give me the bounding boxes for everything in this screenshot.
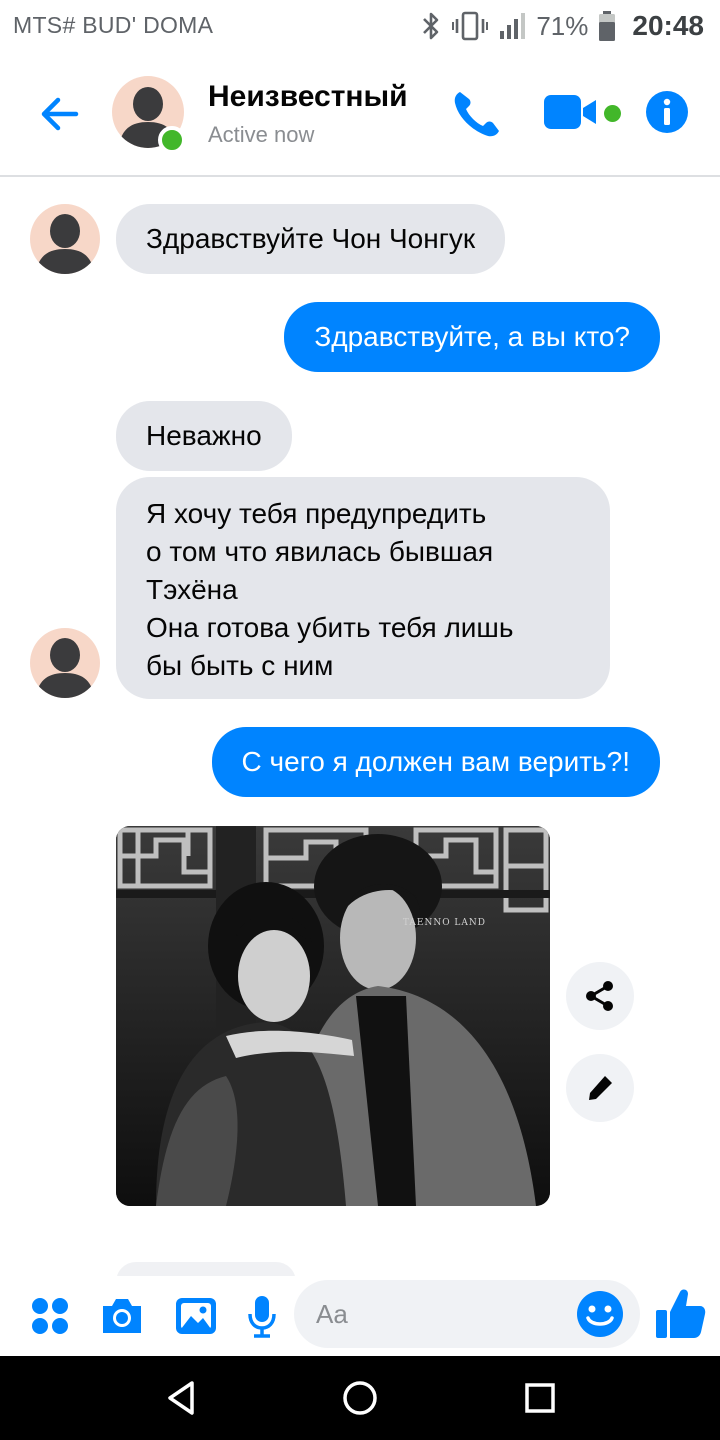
- video-online-indicator: [604, 105, 621, 122]
- contact-status: Active now: [208, 122, 315, 147]
- status-bar: MTS# BUD' DOMA 71% 20:48: [0, 0, 720, 50]
- contact-name[interactable]: Неизвестный: [208, 80, 408, 114]
- photo-watermark: TAENNO LAND: [402, 918, 486, 928]
- thumbs-up-icon[interactable]: [654, 1286, 706, 1340]
- carrier-name: MTS# BUD' DOMA: [13, 12, 214, 38]
- battery-icon: [599, 11, 616, 41]
- status-icons: 71% 20:48: [420, 6, 704, 46]
- sender-avatar[interactable]: [30, 628, 100, 698]
- recents-square-icon[interactable]: [520, 1378, 560, 1418]
- message-bubble-outgoing[interactable]: С чего я должен вам верить?!: [211, 727, 660, 797]
- gallery-icon[interactable]: [172, 1292, 220, 1340]
- signal-icon: [500, 13, 526, 39]
- message-bubble-incoming[interactable]: Здравствуйте Чон Чонгук: [116, 204, 506, 274]
- emoji-icon[interactable]: [576, 1290, 624, 1338]
- info-icon[interactable]: [645, 90, 689, 134]
- message-composer: [0, 1276, 720, 1356]
- sender-avatar[interactable]: [30, 204, 100, 274]
- message-bubble-incoming[interactable]: Я хочу тебя предупредить о том что явила…: [116, 477, 610, 699]
- camera-icon[interactable]: [98, 1292, 146, 1340]
- microphone-icon[interactable]: [238, 1292, 286, 1340]
- couple-photo: [116, 826, 550, 1206]
- home-circle-icon[interactable]: [340, 1378, 380, 1418]
- back-triangle-icon[interactable]: [162, 1378, 202, 1418]
- share-icon: [586, 981, 613, 1011]
- conversation-header: Неизвестный Active now: [0, 50, 720, 177]
- message-bubble-incoming[interactable]: Неважно: [116, 401, 292, 471]
- message-bubble-outgoing[interactable]: Здравствуйте, а вы кто?: [284, 302, 660, 372]
- bluetooth-icon: [423, 12, 439, 40]
- back-arrow-icon[interactable]: [36, 88, 88, 140]
- vibrate-icon: [452, 11, 489, 41]
- system-navigation-bar: [0, 1356, 720, 1440]
- share-button[interactable]: [566, 962, 634, 1030]
- video-camera-icon[interactable]: [544, 92, 600, 132]
- battery-percentage: 71%: [536, 10, 589, 41]
- clock: 20:48: [632, 10, 704, 41]
- apps-grid-icon[interactable]: [26, 1292, 74, 1340]
- edit-pencil-icon: [589, 1076, 612, 1100]
- online-indicator: [158, 126, 186, 154]
- edit-button[interactable]: [566, 1054, 634, 1122]
- phone-icon[interactable]: [450, 86, 502, 142]
- photo-message[interactable]: TAENNO LAND: [116, 826, 550, 1206]
